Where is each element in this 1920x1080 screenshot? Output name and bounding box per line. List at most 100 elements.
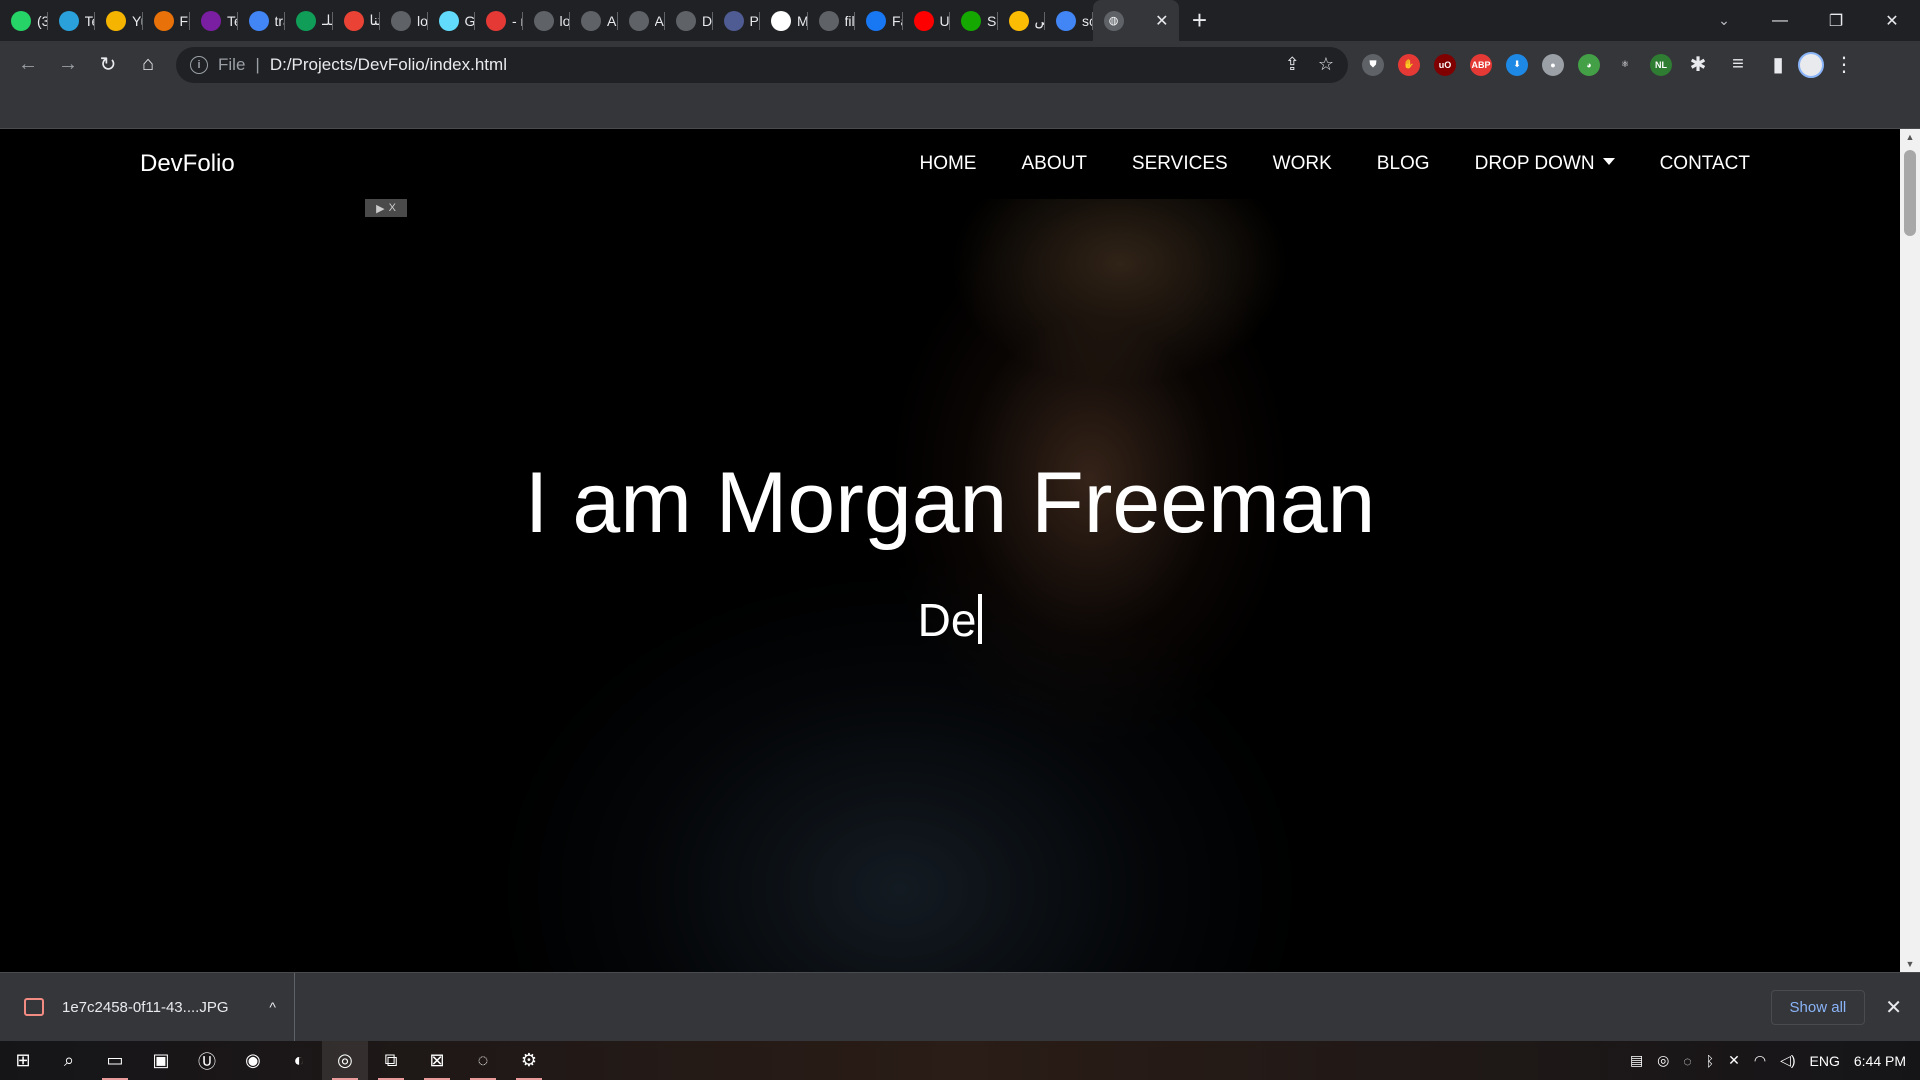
language-indicator[interactable]: ENG [1810, 1053, 1840, 1069]
adblock-plus-ext-icon[interactable]: ABP [1470, 53, 1492, 76]
volume-icon[interactable]: ◁) [1780, 1052, 1795, 1069]
window-close-button[interactable]: ✕ [1864, 0, 1920, 41]
browser-tab[interactable]: Te [190, 0, 238, 41]
chevron-up-icon[interactable]: ^ [269, 999, 276, 1015]
vscode-icon[interactable]: ⧉ [368, 1041, 414, 1080]
nl-ext-icon[interactable]: NL [1650, 53, 1672, 76]
tab-title: - r [512, 12, 523, 29]
nav-link-services[interactable]: SERVICES [1132, 153, 1228, 175]
new-tab-button[interactable]: + [1179, 0, 1221, 41]
browser-tab[interactable]: tra [238, 0, 285, 41]
windows-taskbar: ⊞ ⌕ ▭ ▣ Ⓤ ◉ ◐ ◎ ⧉ ⊠ ◌ ⚙ ▤ ◎ ◌ ᛒ ✕ ◠ ◁) ENG 6:44 PM [0, 1041, 1920, 1080]
nav-link-blog[interactable]: BLOG [1377, 153, 1430, 175]
tray-obs-icon[interactable]: ◌ [1683, 1053, 1691, 1069]
search-icon[interactable]: ⌕ [46, 1041, 92, 1080]
download-shelf-close-icon[interactable]: ✕ [1885, 995, 1902, 1020]
tray-chrome-icon[interactable]: ◎ [1657, 1052, 1669, 1069]
browser-tab[interactable]: (30) [0, 0, 48, 41]
reload-button[interactable]: ↻ [88, 47, 128, 83]
scrollbar-thumb[interactable] [1904, 150, 1916, 236]
active-tab[interactable]: ◍ ✕ [1092, 0, 1179, 41]
windows-start-icon[interactable]: ⊞ [0, 1041, 46, 1080]
scroll-down-arrow-icon[interactable]: ▼ [1900, 956, 1920, 972]
tab-search-icon[interactable]: ⌄ [1696, 12, 1752, 29]
upwork-icon[interactable]: Ⓤ [184, 1041, 230, 1080]
share-icon[interactable]: ⇪ [1285, 54, 1300, 75]
scroll-up-arrow-icon[interactable]: ▲ [1900, 129, 1920, 145]
nav-link-home[interactable]: HOME [919, 153, 976, 175]
colorpick-ext-icon[interactable]: ◕ [1578, 53, 1600, 76]
browser-tab[interactable]: Yu [95, 0, 143, 41]
media-control-icon[interactable]: ≡ [1718, 47, 1758, 83]
browser-tab[interactable]: loc [523, 0, 570, 41]
stop-ext-icon[interactable]: ✋ [1398, 53, 1420, 76]
browser-tab[interactable]: loc [380, 0, 428, 41]
browser-tab[interactable]: PH [713, 0, 760, 41]
firefox-icon[interactable]: ◉ [230, 1041, 276, 1080]
browser-tab[interactable]: - r [475, 0, 523, 41]
bluetooth-icon[interactable]: ᛒ [1706, 1053, 1714, 1069]
browser-tab[interactable]: Tel [48, 0, 95, 41]
profile-avatar[interactable] [1798, 51, 1824, 78]
side-panel-icon[interactable]: ▮ [1758, 47, 1798, 83]
ublock-ext-icon[interactable]: uO [1434, 53, 1456, 76]
page-scrollbar[interactable]: ▲ ▼ [1900, 129, 1920, 972]
obs-icon[interactable]: ◌ [460, 1041, 506, 1080]
ad-badge[interactable]: ▶ X [365, 199, 407, 217]
browser-tab[interactable]: Fa [855, 0, 903, 41]
bookmark-star-icon[interactable]: ☆ [1318, 54, 1334, 75]
tab-favicon-icon [866, 10, 886, 31]
browser-menu-icon[interactable]: ⋮ [1834, 52, 1854, 77]
site-brand-logo[interactable]: DevFolio [140, 150, 235, 178]
hero-title: I am Morgan Freeman [524, 455, 1376, 551]
minimize-button[interactable]: — [1752, 0, 1808, 41]
tab-favicon-icon [201, 10, 221, 31]
browser-tab[interactable]: Dc [665, 0, 713, 41]
edge-icon[interactable]: ◐ [276, 1041, 322, 1080]
settings-icon[interactable]: ⚙ [506, 1041, 552, 1080]
browser-tab[interactable]: file [808, 0, 855, 41]
chrome-icon[interactable]: ◎ [322, 1041, 368, 1080]
xampp-icon[interactable]: ⊠ [414, 1041, 460, 1080]
download-item[interactable]: 1e7c2458-0f11-43....JPG ^ [0, 972, 295, 1042]
nav-link-dropdown[interactable]: DROP DOWN [1475, 153, 1615, 175]
back-button[interactable]: ← [8, 47, 48, 83]
file-explorer-icon[interactable]: ▭ [92, 1041, 138, 1080]
nav-link-work[interactable]: WORK [1273, 153, 1332, 175]
shield-ext-icon[interactable]: ⛊ [1362, 53, 1384, 76]
browser-tab[interactable]: ص [998, 0, 1045, 41]
tab-title: (30) [37, 12, 48, 29]
home-button[interactable]: ⌂ [128, 47, 168, 83]
browser-tab[interactable]: ملـ [285, 0, 333, 41]
browser-tab[interactable]: M [760, 0, 808, 41]
network-off-icon[interactable]: ✕ [1728, 1052, 1740, 1069]
react-ext-icon[interactable]: ⚛ [1614, 53, 1636, 76]
browser-tab[interactable]: Fre [143, 0, 190, 41]
wifi-icon[interactable]: ◠ [1754, 1052, 1766, 1069]
browser-tab[interactable]: sc [1045, 0, 1093, 41]
clock-time[interactable]: 6:44 PM [1854, 1053, 1906, 1069]
news-icon[interactable]: ▤ [1630, 1052, 1643, 1069]
show-all-button[interactable]: Show all [1770, 989, 1866, 1025]
forward-button[interactable]: → [48, 47, 88, 83]
store-icon[interactable]: ▣ [138, 1041, 184, 1080]
extensions-puzzle-icon[interactable]: ✱ [1678, 47, 1718, 83]
browser-tab[interactable]: Ap [570, 0, 618, 41]
nav-link-about[interactable]: ABOUT [1021, 153, 1086, 175]
browser-tab[interactable]: AF [618, 0, 665, 41]
tab-close-icon[interactable]: ✕ [1155, 11, 1168, 31]
browser-tab[interactable]: Ge [428, 0, 476, 41]
tab-title: Ge [464, 12, 476, 29]
ad-close-icon[interactable]: X [389, 202, 396, 214]
url-text[interactable]: D:/Projects/DevFolio/index.html [270, 55, 507, 75]
nav-link-contact[interactable]: CONTACT [1660, 153, 1750, 175]
browser-tab[interactable]: تنا [333, 0, 380, 41]
site-info-icon[interactable]: i [190, 55, 208, 74]
address-bar[interactable]: i File | D:/Projects/DevFolio/index.html… [176, 46, 1348, 83]
restore-button[interactable]: ❐ [1808, 0, 1864, 41]
browser-tab[interactable]: Up [903, 0, 950, 41]
browser-tab[interactable]: Se [950, 0, 998, 41]
download-ext-icon[interactable]: ⬇ [1506, 53, 1528, 76]
circle-ext-icon[interactable]: ● [1542, 53, 1564, 76]
tab-favicon-icon [1008, 10, 1029, 31]
